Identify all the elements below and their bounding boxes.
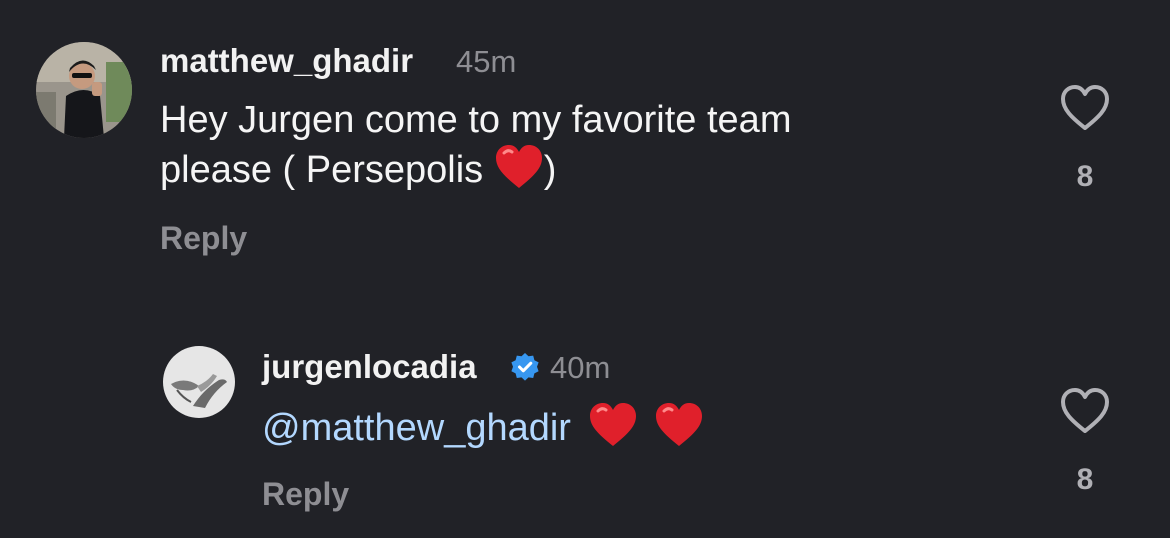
avatar[interactable] xyxy=(36,42,132,138)
profile-photo-icon xyxy=(163,346,235,418)
comment-timestamp: 40m xyxy=(550,350,611,385)
comment-text: Hey Jurgen come to my favorite team plea… xyxy=(160,96,791,194)
comment-text: @matthew_ghadir xyxy=(262,402,704,452)
comment-timestamp: 45m xyxy=(456,44,517,79)
comment-text-segment: ) xyxy=(543,149,557,191)
comment-text-line: please ( Persepolis ) xyxy=(160,144,791,194)
like-count: 8 xyxy=(1076,463,1094,496)
profile-photo-icon xyxy=(36,42,132,138)
reply-button[interactable]: Reply xyxy=(160,222,247,254)
like-count: 8 xyxy=(1076,160,1094,193)
red-heart-emoji-icon xyxy=(656,403,703,446)
heart-outline-icon[interactable] xyxy=(1059,387,1111,435)
avatar[interactable] xyxy=(163,346,235,418)
verified-badge-icon xyxy=(511,353,539,381)
comments-screen: matthew_ghadir 45m Hey Jurgen come to my… xyxy=(0,0,1170,538)
comment-text-segment: please ( Persepolis xyxy=(160,149,494,191)
comment-text-line: Hey Jurgen come to my favorite team xyxy=(160,99,792,141)
heart-outline-icon[interactable] xyxy=(1059,84,1111,132)
comment-username[interactable]: jurgenlocadia xyxy=(262,350,477,383)
reply-button[interactable]: Reply xyxy=(262,478,349,510)
red-heart-emoji-icon xyxy=(495,145,542,188)
comment-username[interactable]: matthew_ghadir xyxy=(160,44,413,77)
mention-link[interactable]: @matthew_ghadir xyxy=(262,407,571,449)
red-heart-emoji-icon xyxy=(589,403,636,446)
